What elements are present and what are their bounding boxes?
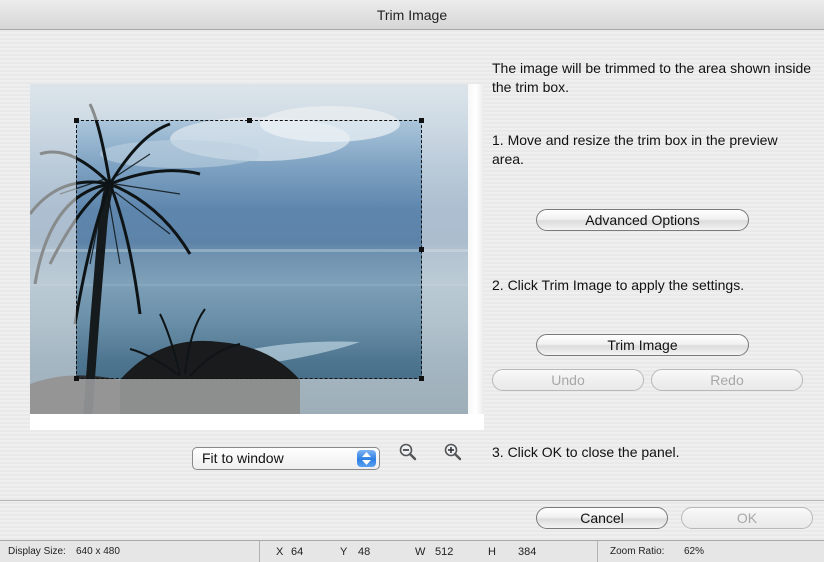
zoom-select[interactable]: Fit to window [192,447,380,470]
trim-image-button[interactable]: Trim Image [536,334,749,356]
cancel-button[interactable]: Cancel [536,507,668,529]
footer-divider [0,500,824,501]
status-bar: Display Size: 640 x 480 X 64 Y 48 W 512 … [0,540,824,562]
status-separator [259,541,260,562]
display-size-label: Display Size: [8,546,66,557]
redo-button[interactable]: Redo [651,369,803,391]
ok-button[interactable]: OK [681,507,813,529]
undo-button[interactable]: Undo [492,369,644,391]
zoom-select-value: Fit to window [202,450,284,466]
h-label: H [488,546,496,558]
display-size-value: 640 x 480 [76,546,120,557]
intro-text: The image will be trimmed to the area sh… [492,60,812,95]
chevron-up-down-icon [357,450,376,467]
window-title: Trim Image [0,0,824,30]
zoom-out-icon[interactable] [398,442,418,462]
x-value: 64 [291,546,304,558]
trim-handle-top-right[interactable] [419,118,424,123]
step1-text: 1. Move and resize the trim box in the p… [492,132,778,167]
h-value: 384 [518,546,537,558]
trim-mask-right [422,120,468,379]
trim-mask-left [30,120,76,379]
trim-handle-bottom-left[interactable] [74,376,79,381]
trim-box[interactable] [74,118,424,381]
w-label: W [415,546,426,558]
step2-text: 2. Click Trim Image to apply the setting… [492,277,745,293]
w-value: 512 [435,546,454,558]
trim-image-dialog: Trim Image The image will be trimmed to … [0,0,824,562]
y-value: 48 [358,546,371,558]
trim-handle-top[interactable] [247,118,252,123]
zoom-ratio-value: 62% [684,546,705,557]
status-separator [597,541,598,562]
zoom-in-icon[interactable] [443,442,463,462]
step3-text: 3. Click OK to close the panel. [492,444,680,460]
trim-handle-right[interactable] [419,247,424,252]
preview-scrollbar[interactable] [468,84,484,414]
trim-mask-top [30,84,468,120]
trim-handle-top-left[interactable] [74,118,79,123]
zoom-ratio-label: Zoom Ratio: [610,546,665,557]
advanced-options-button[interactable]: Advanced Options [536,209,749,231]
y-label: Y [340,546,348,558]
x-label: X [276,546,284,558]
trim-handle-bottom-right[interactable] [419,376,424,381]
trim-mask-bottom [30,379,468,414]
